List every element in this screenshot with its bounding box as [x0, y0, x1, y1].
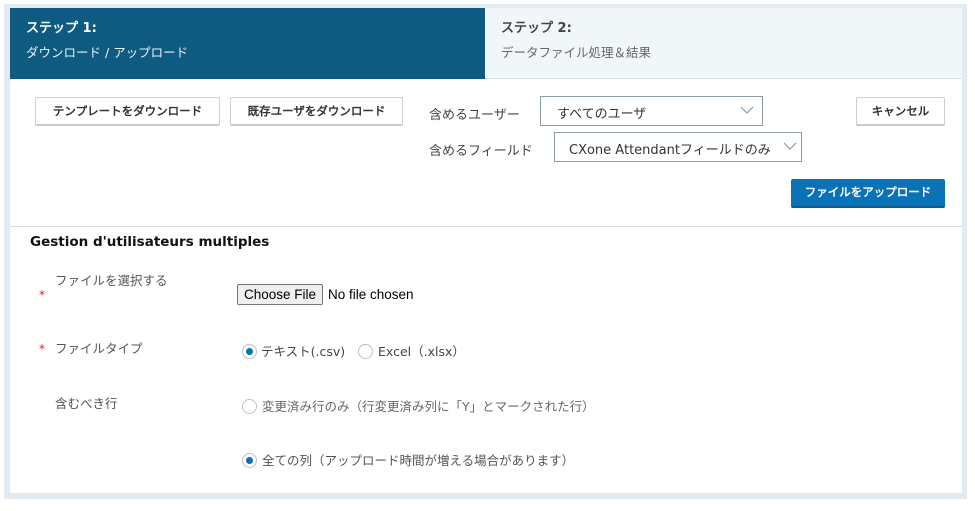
- include-users-label: 含めるユーザー: [429, 108, 520, 123]
- all-rows-radio[interactable]: [242, 453, 257, 468]
- file-type-label: ファイルタイプ: [55, 341, 143, 356]
- chevron-down-icon: [740, 106, 754, 114]
- cancel-button[interactable]: キャンセル: [856, 97, 945, 126]
- bulk-user-panel: ステップ 1: ダウンロード / アップロード ステップ 2: データファイル処…: [10, 8, 962, 493]
- step-2-title: ステップ 2:: [501, 21, 572, 36]
- include-users-value: すべてのユーザ: [557, 107, 647, 122]
- include-fields-value: CXone Attendantフィールドのみ: [569, 143, 771, 158]
- step-2-subtitle: データファイル処理＆結果: [501, 45, 652, 60]
- form-title: Gestion d'utilisateurs multiples: [30, 234, 270, 250]
- step-1-title: ステップ 1:: [26, 21, 97, 36]
- download-template-button[interactable]: テンプレートをダウンロード: [35, 97, 220, 126]
- all-rows-label[interactable]: 全ての列（アップロード時間が増える場合があります）: [262, 450, 574, 469]
- include-fields-select[interactable]: CXone Attendantフィールドのみ: [554, 132, 802, 162]
- required-marker: *: [39, 288, 45, 302]
- download-existing-users-button[interactable]: 既存ユーザをダウンロード: [230, 97, 403, 126]
- choose-file-button[interactable]: Choose File: [237, 284, 323, 305]
- page-frame: ステップ 1: ダウンロード / アップロード ステップ 2: データファイル処…: [4, 4, 967, 499]
- step-1-tab[interactable]: ステップ 1: ダウンロード / アップロード: [10, 8, 485, 79]
- file-status-text: No file chosen: [328, 287, 414, 302]
- file-type-csv-radio[interactable]: [242, 344, 257, 359]
- toolbar: テンプレートをダウンロード 既存ユーザをダウンロード 含めるユーザー すべてのユ…: [10, 79, 962, 227]
- step-1-subtitle: ダウンロード / アップロード: [26, 45, 189, 60]
- include-fields-label: 含めるフィールド: [429, 144, 533, 159]
- file-type-csv-label[interactable]: テキスト(.csv): [261, 341, 345, 360]
- changed-rows-only-radio[interactable]: [242, 399, 257, 414]
- include-users-select[interactable]: すべてのユーザ: [540, 96, 763, 126]
- step-2-tab[interactable]: ステップ 2: データファイル処理＆結果: [485, 8, 962, 79]
- changed-rows-only-label[interactable]: 変更済み行のみ（行変更済み列に「Y」とマークされた行）: [262, 396, 595, 415]
- file-select-label: ファイルを選択する: [55, 273, 168, 288]
- file-type-xlsx-radio[interactable]: [358, 344, 373, 359]
- upload-file-button[interactable]: ファイルをアップロード: [791, 179, 945, 208]
- file-type-xlsx-label[interactable]: Excel（.xlsx）: [378, 341, 465, 360]
- chevron-down-icon: [783, 142, 797, 150]
- required-marker: *: [39, 342, 45, 356]
- wizard-steps: ステップ 1: ダウンロード / アップロード ステップ 2: データファイル処…: [10, 8, 962, 79]
- rows-to-include-label: 含むべき行: [55, 396, 118, 411]
